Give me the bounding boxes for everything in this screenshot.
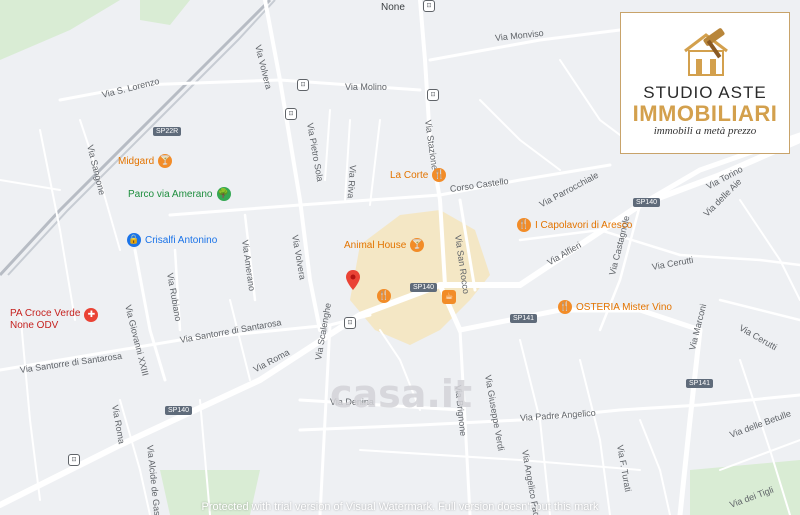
poi-restaurant[interactable]: 🍴 [377, 289, 391, 303]
poi-label-line-1: PA Croce Verde [10, 308, 81, 319]
poi-cafe[interactable]: ☕ [442, 290, 456, 304]
medical-icon: ✚ [84, 308, 99, 322]
poi-pa-croce-verde[interactable]: PA Croce Verde None ODV ✚ [10, 308, 99, 332]
poi-label: Midgard [118, 155, 155, 167]
map[interactable]: Via Volvera Via Volvera Via Molino Via M… [0, 0, 800, 515]
cafe-icon: ☕ [442, 290, 456, 304]
restaurant-icon: 🍴 [377, 289, 391, 303]
road-shield-sp22r: SP22R [153, 127, 182, 136]
logo-tagline: immobili a metà prezzo [653, 125, 757, 137]
poi-label: I Capolavori di Aresco [535, 219, 633, 231]
logo-line-2: IMMOBILIARI [632, 101, 778, 126]
station-icon[interactable]: ⊡ [427, 89, 439, 101]
poi-osteria-mister-vino[interactable]: 🍴 OSTERIA Mister Vino [558, 300, 672, 314]
poi-label: La Corte [390, 169, 429, 181]
poi-animal-house[interactable]: Animal House 🍸 [344, 238, 425, 252]
road-shield-sp141-b: SP141 [686, 379, 714, 388]
logo-line-1: STUDIO ASTE [643, 83, 767, 102]
poi-parco-via-amerano[interactable]: Parco via Amerano 🌳 [128, 187, 231, 201]
shop-icon: 🔒 [127, 233, 141, 247]
poi-crisalfi-antonino[interactable]: 🔒 Crisalfi Antonino [127, 233, 217, 247]
street-label-via-molino: Via Molino [345, 82, 387, 92]
station-icon[interactable]: ⊡ [285, 108, 297, 120]
casa-watermark: casa.it [330, 372, 473, 416]
park-icon: 🌳 [216, 187, 231, 201]
station-icon[interactable]: ⊡ [68, 454, 80, 466]
road-shield-sp140-b: SP140 [633, 198, 661, 207]
gavel-house-icon [684, 28, 728, 76]
place-label-none: None [381, 2, 405, 13]
trial-watermark-text: Protected with trial version of Visual W… [201, 501, 599, 513]
poi-midgard[interactable]: Midgard 🍸 [118, 154, 173, 168]
poi-la-corte[interactable]: La Corte 🍴 [390, 168, 447, 182]
location-pin-icon[interactable] [346, 270, 360, 290]
station-icon[interactable]: ⊡ [297, 79, 309, 91]
poi-label-line-2: None ODV [10, 320, 59, 331]
poi-label: Parco via Amerano [128, 188, 213, 200]
restaurant-icon: 🍴 [517, 218, 531, 232]
poi-label-group: PA Croce Verde None ODV [10, 308, 80, 332]
road-shield-sp140-a: SP140 [410, 283, 438, 292]
poi-capolavori-di-aresco[interactable]: 🍴 I Capolavori di Aresco [517, 218, 632, 232]
bar-icon: 🍸 [410, 238, 425, 252]
station-icon[interactable]: ⊡ [423, 0, 435, 12]
poi-label: Crisalfi Antonino [145, 234, 218, 246]
road-shield-sp140-c: SP140 [165, 406, 193, 415]
road-shield-sp141-a: SP141 [510, 314, 538, 323]
poi-label: Animal House [344, 239, 407, 251]
station-icon[interactable]: ⊡ [344, 317, 356, 329]
studio-aste-logo: STUDIO ASTE IMMOBILIARI immobili a metà … [620, 12, 790, 154]
restaurant-icon: 🍴 [432, 168, 447, 182]
restaurant-icon: 🍴 [558, 300, 572, 314]
poi-label: OSTERIA Mister Vino [576, 301, 672, 313]
bar-icon: 🍸 [158, 154, 173, 168]
